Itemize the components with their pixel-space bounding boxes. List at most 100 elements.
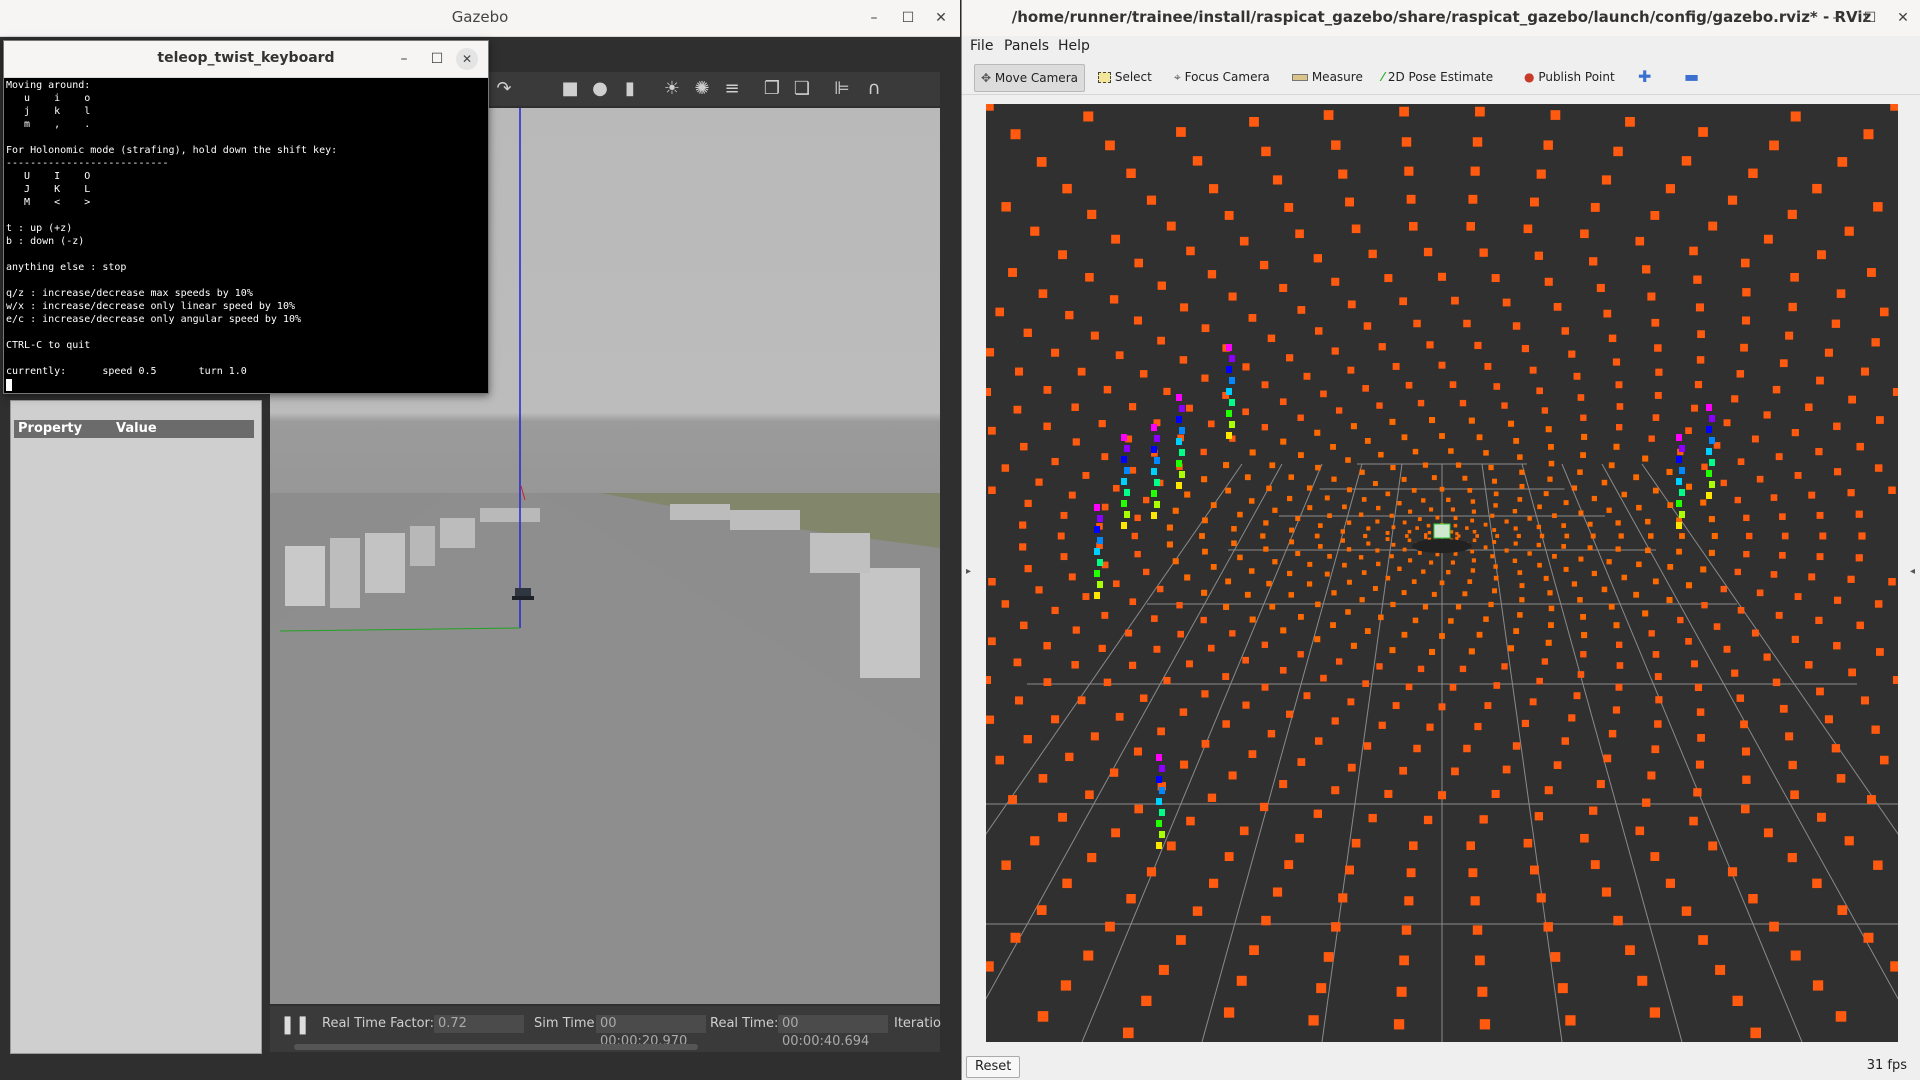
menu-file[interactable]: File <box>970 38 993 54</box>
menu-help[interactable]: Help <box>1058 38 1090 54</box>
cloud-point <box>1272 559 1278 565</box>
cloud-point <box>1038 774 1048 783</box>
cloud-point <box>1439 433 1445 439</box>
cloud-point <box>1192 906 1203 916</box>
cloud-point <box>1873 202 1883 212</box>
rviz-close-button[interactable]: ✕ <box>1889 4 1917 32</box>
cloud-point <box>1700 566 1707 573</box>
move-camera-tool[interactable]: ✥ Move Camera <box>974 64 1085 92</box>
select-tool[interactable]: Select <box>1092 64 1158 90</box>
cloud-point <box>1139 370 1148 378</box>
colored-point <box>1097 515 1103 522</box>
cloud-point <box>1860 696 1870 705</box>
snap-icon[interactable]: ∩ <box>862 78 886 100</box>
rviz-maximize-button[interactable]: ☐ <box>1856 4 1884 32</box>
colored-point <box>1676 434 1682 441</box>
gazebo-maximize-button[interactable]: ☐ <box>894 4 922 32</box>
terminal-close-button[interactable]: ✕ <box>456 48 478 70</box>
colored-point <box>1097 581 1103 588</box>
terminal-output[interactable]: Moving around: u i o j k l m , . For Hol… <box>6 79 486 391</box>
cloud-point <box>1331 786 1340 795</box>
cloud-point <box>1228 771 1237 780</box>
cloud-point <box>1407 529 1412 534</box>
terminal-minimize-button[interactable]: – <box>390 45 418 73</box>
cloud-point <box>1474 341 1482 350</box>
cloud-point <box>1259 260 1269 270</box>
cloud-point <box>1448 618 1454 624</box>
cloud-point <box>1014 367 1024 376</box>
cloud-point <box>1186 660 1193 668</box>
cloud-point <box>1890 961 1898 972</box>
cloud-point <box>1201 739 1210 748</box>
cloud-point <box>1024 565 1032 573</box>
colored-point <box>1124 445 1130 452</box>
reset-button[interactable]: Reset <box>966 1056 1021 1078</box>
menu-panels[interactable]: Panels <box>1004 38 1049 54</box>
pose-estimate-tool[interactable]: ⁄ 2D Pose Estimate <box>1376 64 1499 90</box>
cloud-point <box>1536 677 1543 685</box>
rviz-minimize-button[interactable]: – <box>1822 4 1850 32</box>
cloud-point <box>1376 663 1383 670</box>
cloud-point <box>1577 394 1585 401</box>
sphere-shape-icon[interactable]: ● <box>588 78 612 100</box>
cloud-point <box>1833 641 1841 650</box>
cloud-point <box>1404 896 1414 906</box>
cloud-point <box>1689 816 1698 826</box>
cloud-point <box>1492 588 1497 594</box>
cloud-point <box>1384 274 1393 283</box>
cloud-point <box>1613 622 1620 629</box>
cloud-point <box>1888 486 1896 494</box>
pose-estimate-label: 2D Pose Estimate <box>1387 70 1494 84</box>
publish-point-tool[interactable]: ● Publish Point <box>1518 64 1621 90</box>
cloud-point <box>1734 496 1741 504</box>
cylinder-shape-icon[interactable]: ▮ <box>618 78 642 100</box>
gazebo-horizontal-scrollbar[interactable] <box>294 1044 698 1050</box>
box-shape-icon[interactable]: ■ <box>558 78 582 100</box>
cloud-point <box>1314 327 1323 335</box>
pause-icon[interactable]: ❚❚ <box>280 1014 310 1035</box>
gazebo-minimize-button[interactable]: – <box>860 4 888 32</box>
cloud-point <box>1391 525 1396 530</box>
cloud-point <box>1389 418 1396 425</box>
colored-point <box>1179 427 1185 434</box>
measure-tool[interactable]: Measure <box>1286 64 1369 90</box>
cloud-point <box>1547 590 1553 596</box>
cloud-point <box>1615 381 1623 389</box>
cloud-point <box>1303 372 1311 380</box>
cloud-point <box>1376 561 1381 567</box>
cloud-point <box>1157 727 1165 736</box>
terminal-line: U I O <box>6 171 91 182</box>
spot-light-icon[interactable]: ✺ <box>690 78 714 100</box>
copy-icon[interactable]: ❐ <box>760 78 784 100</box>
rviz-3d-viewport[interactable] <box>986 104 1898 1042</box>
cloud-point <box>1731 395 1739 403</box>
point-light-icon[interactable]: ☀ <box>660 78 684 100</box>
cloud-point <box>1157 281 1166 290</box>
cloud-point <box>1082 593 1090 601</box>
cloud-point <box>1548 622 1554 629</box>
align-icon[interactable]: ⊫ <box>830 78 854 100</box>
right-dock-toggle-icon[interactable]: ◂ <box>1910 566 1915 577</box>
directional-light-icon[interactable]: ≡ <box>720 78 744 100</box>
gazebo-close-button[interactable]: ✕ <box>927 4 955 32</box>
cloud-point <box>1655 696 1663 704</box>
paste-icon[interactable]: ❏ <box>790 78 814 100</box>
cloud-point <box>1769 921 1779 932</box>
cloud-point <box>1590 860 1600 870</box>
cloud-point <box>1580 414 1587 421</box>
focus-camera-tool[interactable]: ⌖ Focus Camera <box>1168 64 1276 90</box>
cloud-point <box>1082 471 1090 479</box>
redo-icon[interactable]: ↷ <box>492 78 516 100</box>
remove-tool-icon[interactable]: ▬ <box>1678 64 1705 90</box>
terminal-maximize-button[interactable]: ☐ <box>423 45 451 73</box>
add-tool-icon[interactable]: ✚ <box>1632 64 1657 90</box>
cloud-point <box>988 578 996 586</box>
cloud-point <box>1553 761 1562 770</box>
cloud-point <box>1346 579 1352 585</box>
cloud-point <box>1625 945 1635 956</box>
cloud-point <box>1648 435 1655 442</box>
cloud-point <box>1385 575 1391 581</box>
cloud-point <box>1779 513 1786 520</box>
left-dock-toggle-icon[interactable]: ▸ <box>966 566 971 577</box>
cloud-point <box>1272 887 1283 897</box>
